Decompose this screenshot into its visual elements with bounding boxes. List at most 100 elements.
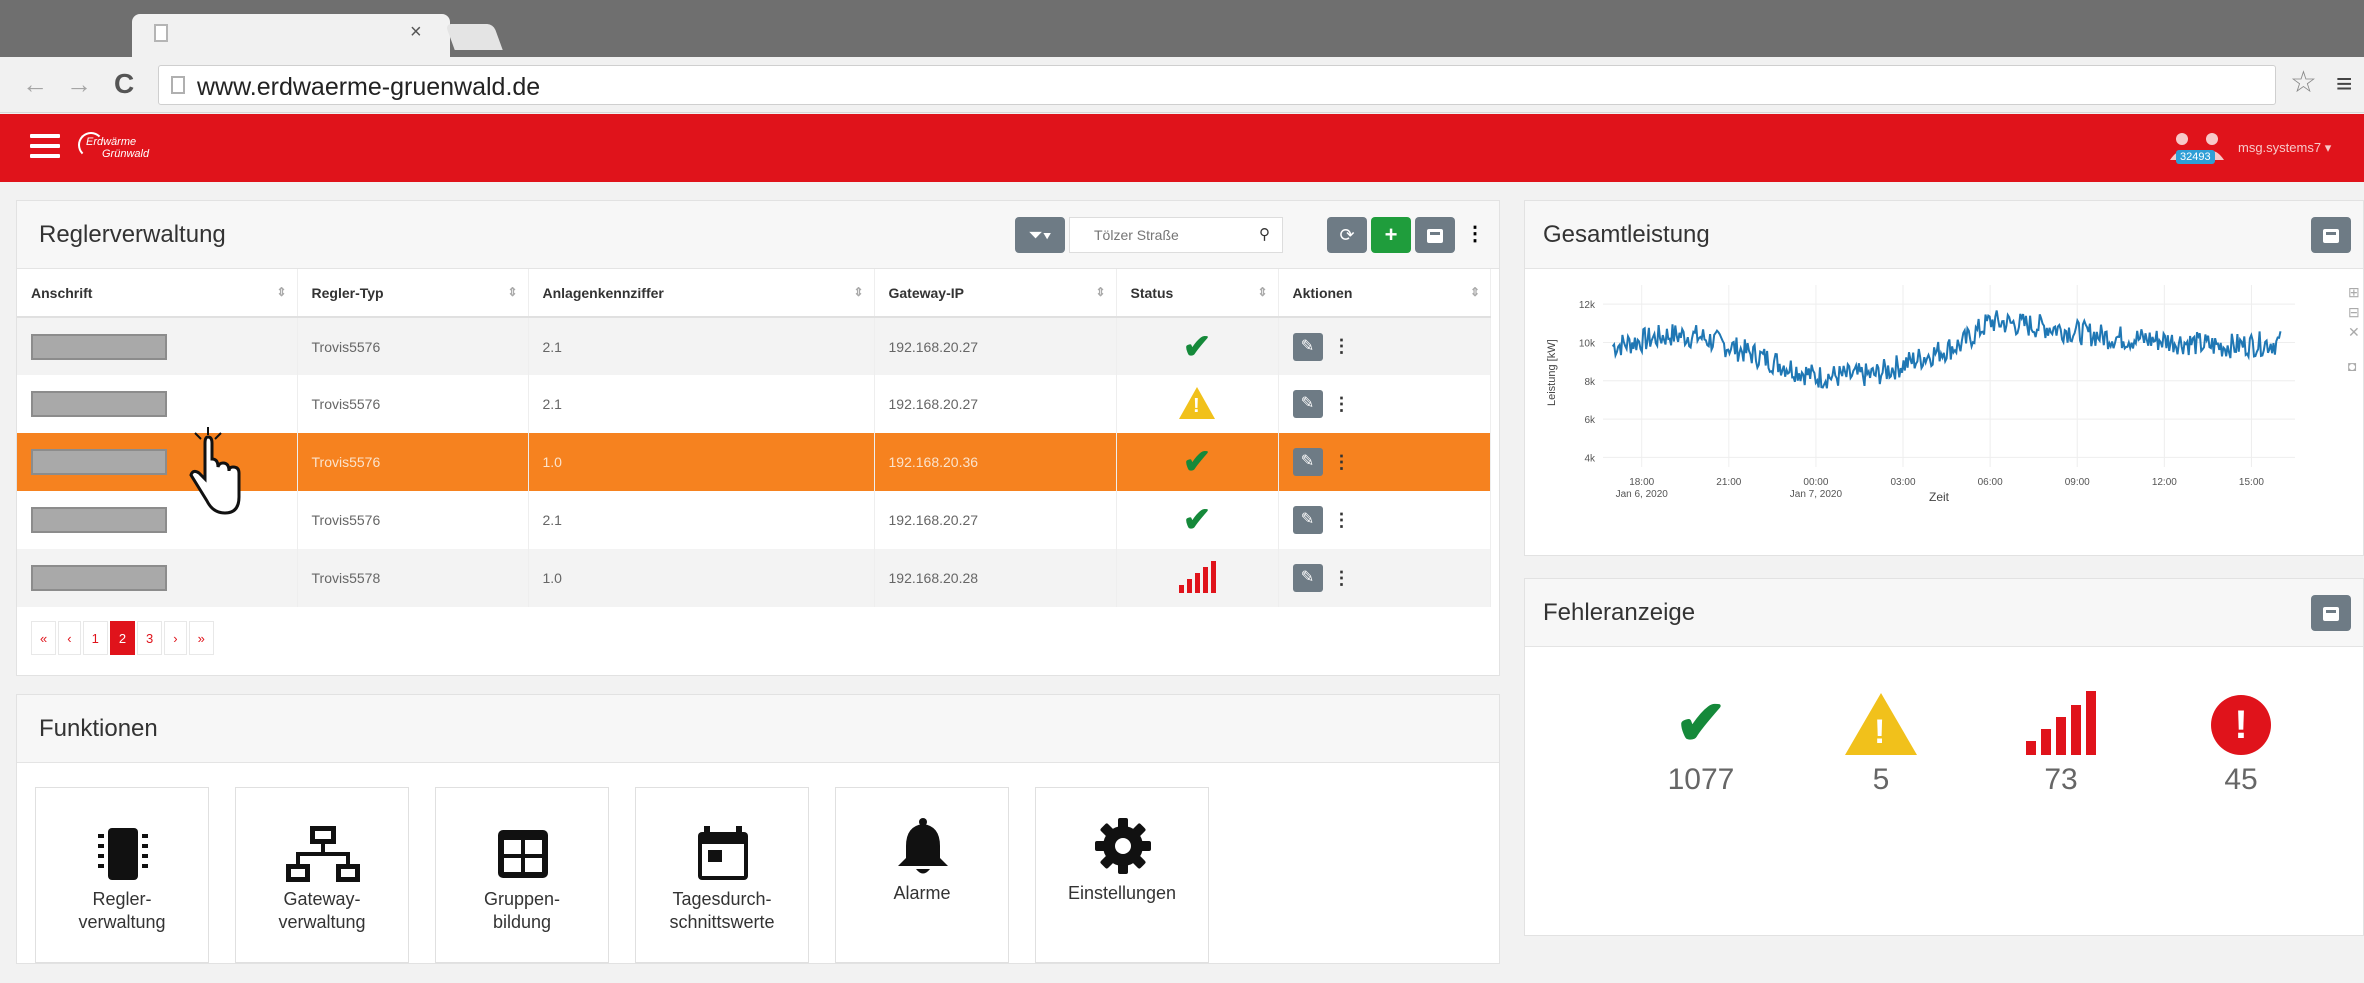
row-menu-icon[interactable]: ⋮	[1333, 510, 1351, 531]
filter-button[interactable]: ⏷▾	[1015, 217, 1065, 253]
panel-title: Gesamtleistung	[1543, 221, 1710, 248]
table-row[interactable]: Trovis5578 1.0 192.168.20.28 ✎ ⋮	[17, 549, 1491, 607]
col-anschrift[interactable]: Anschrift ⇕	[17, 269, 298, 318]
save-icon	[1427, 229, 1443, 244]
save-button[interactable]	[1415, 217, 1455, 253]
browser-toolbar: ← → C www.erdwaerme-gruenwald.de ☆ ≡	[0, 57, 2364, 113]
user-name[interactable]: msg.systems7 ▾	[2238, 140, 2331, 156]
gesamtleistung-panel: Gesamtleistung 12k 10k 8k 6k 4k 18:00 Jan 6, …	[1524, 200, 2364, 556]
redacted-address	[31, 449, 167, 475]
x-tick-label: 21:00	[1716, 477, 1741, 488]
col-aktionen[interactable]: Aktionen ⇕	[1278, 269, 1491, 318]
bookmark-star-icon[interactable]: ☆	[2290, 67, 2317, 99]
y-tick-label: 6k	[1584, 415, 1596, 426]
x-tick-sublabel: Jan 6, 2020	[1616, 489, 1669, 500]
redacted-address	[31, 333, 167, 360]
page-next[interactable]: ›	[164, 621, 187, 655]
leistung-chart[interactable]: 12k 10k 8k 6k 4k 18:00Jan 6, 2020 21:00 00:00J…	[1525, 271, 2355, 551]
row-menu-icon[interactable]: ⋮	[1333, 336, 1351, 357]
edit-button[interactable]: ✎	[1292, 390, 1323, 418]
x-axis-label: Zeit	[1929, 490, 1950, 504]
table-row[interactable]: Trovis5576 2.1 192.168.20.27 ✔ ✎ ⋮	[17, 317, 1491, 375]
browser-menu-icon[interactable]: ≡	[2336, 69, 2352, 99]
pagination: « ‹ 1 2 3 › »	[31, 621, 214, 655]
cell-kennziffer: 2.1	[528, 317, 875, 375]
metric-warning[interactable]: ! 5	[1811, 685, 1951, 797]
refresh-button[interactable]: ⟳	[1327, 217, 1367, 253]
hamburger-menu-icon[interactable]	[30, 134, 60, 160]
chip-icon	[98, 828, 148, 880]
tile-reglerverwaltung[interactable]: Regler-verwaltung	[35, 787, 209, 963]
cell-kennziffer: 2.1	[528, 375, 875, 433]
metric-ok[interactable]: ✔ 1077	[1631, 685, 1771, 797]
table-row-selected[interactable]: Trovis5576 1.0 192.168.20.36 ✔ ✎ ⋮	[17, 427, 1491, 515]
cell-regler-typ: Trovis5576	[297, 433, 529, 491]
col-status[interactable]: Status ⇕	[1116, 269, 1279, 318]
metric-signal[interactable]: 73	[1991, 685, 2131, 797]
fehleranzeige-panel: Fehleranzeige ✔ 1077 ! 5 73 ! 45	[1524, 578, 2364, 936]
tile-gatewayverwaltung[interactable]: Gateway-verwaltung	[235, 787, 409, 963]
funktionen-panel-header: Funktionen	[17, 695, 1499, 763]
zoom-in-icon[interactable]: ⊞	[2348, 282, 2364, 302]
network-icon	[286, 826, 360, 882]
reset-icon[interactable]: ✕	[2348, 322, 2364, 342]
tile-gruppenbildung[interactable]: Gruppen-bildung	[435, 787, 609, 963]
cell-kennziffer: 2.1	[528, 491, 875, 549]
cell-kennziffer: 1.0	[528, 433, 875, 491]
edit-button[interactable]: ✎	[1292, 564, 1323, 592]
more-options-icon[interactable]: ⋮	[1465, 221, 1485, 246]
table-row[interactable]: Trovis5576 2.1 192.168.20.27 ✎ ⋮	[17, 375, 1491, 433]
page-3[interactable]: 3	[137, 621, 163, 655]
url-text[interactable]: www.erdwaerme-gruenwald.de	[197, 73, 540, 102]
col-gateway-ip[interactable]: Gateway-IP ⇕	[874, 269, 1117, 318]
address-bar[interactable]: www.erdwaerme-gruenwald.de	[158, 65, 2276, 105]
search-input[interactable]	[1070, 218, 1236, 252]
y-tick-label: 8k	[1584, 377, 1596, 388]
error-icon: !	[2211, 695, 2271, 755]
row-menu-icon[interactable]: ⋮	[1333, 568, 1351, 589]
search-icon[interactable]: ⚲	[1259, 225, 1270, 243]
panel-title: Funktionen	[39, 715, 158, 742]
tile-tagesdurchschnittswerte[interactable]: Tagesdurch-schnittswerte	[635, 787, 809, 963]
reload-icon[interactable]: C	[114, 69, 134, 99]
browser-tabstrip: ×	[0, 0, 2364, 58]
zoom-out-icon[interactable]: ⊟	[2348, 302, 2364, 322]
row-menu-icon[interactable]: ⋮	[1333, 394, 1351, 415]
panel-title: Reglerverwaltung	[39, 221, 226, 248]
grid-icon	[498, 830, 548, 878]
user-count-badge: 32493	[2176, 150, 2215, 164]
page-1[interactable]: 1	[82, 621, 108, 655]
page-last[interactable]: »	[188, 621, 214, 655]
new-tab-button[interactable]	[445, 24, 503, 50]
logo[interactable]: Erdwärme Grünwald	[78, 132, 178, 166]
add-button[interactable]: +	[1371, 217, 1411, 253]
warning-icon	[1179, 386, 1215, 419]
page-2[interactable]: 2	[109, 621, 136, 655]
check-icon: ✔	[1675, 689, 1727, 758]
edit-button[interactable]: ✎	[1292, 506, 1323, 534]
tile-einstellungen[interactable]: Einstellungen	[1035, 787, 1209, 963]
col-anlagenkennziffer[interactable]: Anlagenkennziffer ⇕	[528, 269, 875, 318]
page-first[interactable]: «	[31, 621, 57, 655]
save-button[interactable]	[2311, 595, 2351, 631]
browser-tab[interactable]	[132, 14, 450, 58]
bell-icon	[898, 818, 948, 874]
col-regler-typ[interactable]: Regler-Typ ⇕	[297, 269, 529, 318]
edit-button[interactable]: ✎	[1292, 448, 1323, 476]
cell-gateway-ip: 192.168.20.36	[874, 433, 1117, 491]
funktionen-panel: Funktionen Regler-verwaltung Gateway-ver…	[16, 694, 1500, 964]
check-icon: ✔	[1182, 443, 1212, 481]
tab-close-icon[interactable]: ×	[410, 20, 422, 44]
check-icon: ✔	[1182, 327, 1212, 366]
forward-icon[interactable]: →	[66, 69, 92, 99]
edit-button[interactable]: ✎	[1292, 332, 1323, 361]
save-button[interactable]	[2311, 217, 2351, 253]
fehleranzeige-panel-header: Fehleranzeige	[1525, 579, 2363, 647]
tile-alarme[interactable]: Alarme	[835, 787, 1009, 963]
camera-icon[interactable]: ◘	[2348, 356, 2364, 376]
page-prev[interactable]: ‹	[58, 621, 81, 655]
row-menu-icon[interactable]: ⋮	[1333, 452, 1351, 473]
x-tick-label: 00:00	[1803, 477, 1828, 488]
metric-error[interactable]: ! 45	[2171, 685, 2311, 797]
back-icon[interactable]: ←	[22, 69, 48, 99]
